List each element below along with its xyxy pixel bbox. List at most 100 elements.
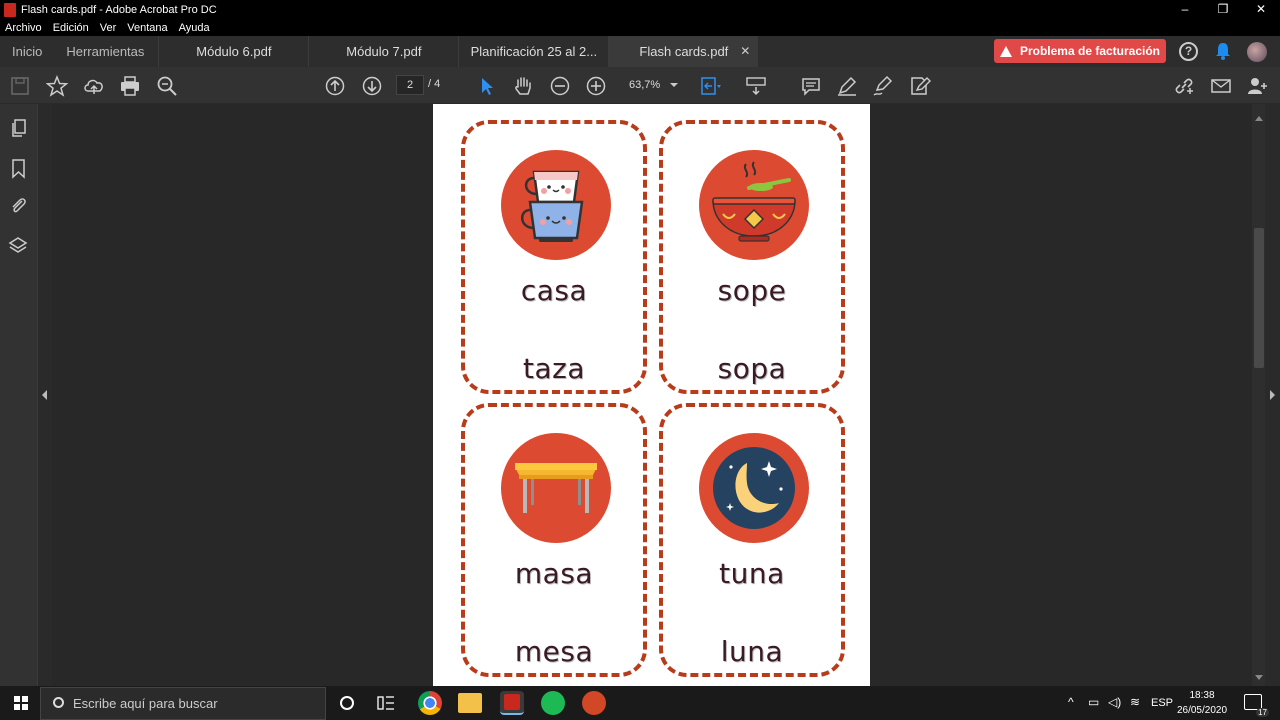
- share-link-icon[interactable]: [1173, 75, 1195, 97]
- billing-problem-button[interactable]: Problema de facturación: [994, 39, 1166, 63]
- maximize-button[interactable]: ❐: [1204, 0, 1242, 19]
- doc-tab-flash-cards[interactable]: Flash cards.pdf ✕: [608, 36, 759, 67]
- right-panel-toggle[interactable]: [1265, 104, 1280, 686]
- previous-page-icon[interactable]: [324, 75, 346, 97]
- next-page-icon[interactable]: [361, 75, 383, 97]
- menu-bar: Archivo Edición Ver Ventana Ayuda: [0, 19, 1280, 36]
- clock-time: 18:38: [1189, 690, 1215, 701]
- flash-card: sope sopa: [659, 120, 845, 394]
- collapse-left-icon: [42, 390, 47, 400]
- billing-problem-label: Problema de facturación: [1019, 44, 1161, 58]
- edit-pdf-icon[interactable]: [909, 75, 931, 97]
- table-icon: [501, 433, 611, 543]
- windows-taskbar: Escribe aquí para buscar ^ ▭ ◁) ≋ ESP 18…: [0, 686, 1280, 720]
- sign-icon[interactable]: [872, 75, 894, 97]
- add-user-icon[interactable]: [1246, 75, 1268, 97]
- card-word-top: masa: [514, 557, 594, 590]
- clock-date: 26/05/2020: [1176, 705, 1228, 716]
- bookmark-icon[interactable]: [9, 158, 29, 180]
- menu-ayuda[interactable]: Ayuda: [179, 22, 210, 34]
- comment-icon[interactable]: [800, 75, 822, 97]
- title-bar: Flash cards.pdf - Adobe Acrobat Pro DC –…: [0, 0, 1280, 19]
- fit-page-icon[interactable]: [699, 75, 721, 97]
- pdf-page: casa taza sope sopa masa mesa tuna luna: [433, 104, 870, 686]
- cloud-upload-icon[interactable]: [83, 75, 105, 97]
- doc-tab-modulo-7[interactable]: Módulo 7.pdf: [308, 36, 458, 67]
- powerpoint-icon[interactable]: [582, 691, 606, 715]
- close-tab-icon[interactable]: ✕: [740, 36, 750, 67]
- notifications-icon[interactable]: 17: [1244, 694, 1269, 717]
- left-panel-toggle[interactable]: [37, 104, 52, 686]
- help-icon[interactable]: ?: [1179, 42, 1198, 61]
- soup-bowl-icon: [699, 150, 809, 260]
- avatar[interactable]: [1247, 42, 1267, 62]
- doc-tab-planificacion[interactable]: Planificación 25 al 2...: [458, 36, 608, 67]
- card-word-top: tuna: [719, 557, 785, 590]
- card-word-top: sope: [717, 274, 787, 307]
- doc-tab-modulo-6[interactable]: Módulo 6.pdf: [158, 36, 308, 67]
- menu-edicion[interactable]: Edición: [53, 22, 89, 34]
- save-icon[interactable]: [9, 75, 31, 97]
- expand-right-icon: [1270, 390, 1275, 400]
- file-explorer-icon[interactable]: [458, 693, 482, 713]
- document-viewer[interactable]: casa taza sope sopa masa mesa tuna luna: [52, 104, 1252, 686]
- keyboard-scroll-icon[interactable]: [745, 75, 767, 97]
- tray-chevron-up-icon[interactable]: ^: [1068, 695, 1074, 709]
- search-icon: [53, 697, 64, 708]
- window-title: Flash cards.pdf - Adobe Acrobat Pro DC: [21, 3, 217, 16]
- hand-tool-icon[interactable]: [512, 75, 534, 97]
- card-word-bottom: taza: [523, 352, 585, 385]
- search-placeholder: Escribe aquí para buscar: [73, 696, 218, 711]
- card-word-bottom: luna: [720, 635, 784, 668]
- cortana-icon[interactable]: [340, 696, 354, 710]
- scrollbar-thumb[interactable]: [1254, 228, 1264, 368]
- cups-icon: [501, 150, 611, 260]
- task-view-icon[interactable]: [377, 695, 395, 711]
- close-window-button[interactable]: ✕: [1242, 0, 1280, 19]
- language-indicator[interactable]: ESP: [1151, 697, 1173, 709]
- zoom-in-icon[interactable]: [585, 75, 607, 97]
- zoom-out-icon[interactable]: [549, 75, 571, 97]
- doc-tab-label: Flash cards.pdf: [639, 44, 729, 59]
- scroll-up-icon[interactable]: [1255, 116, 1263, 121]
- star-icon[interactable]: [45, 74, 69, 97]
- page-number-input[interactable]: 2: [396, 75, 424, 95]
- zoom-value: 63,7%: [629, 79, 661, 91]
- layers-icon[interactable]: [8, 235, 28, 257]
- tab-herramientas[interactable]: Herramientas: [54, 36, 158, 67]
- tab-bar: Inicio Herramientas Módulo 6.pdf Módulo …: [0, 36, 1280, 67]
- notification-count: 17: [1256, 708, 1269, 717]
- taskbar-search-input[interactable]: Escribe aquí para buscar: [40, 687, 326, 720]
- zoom-search-icon[interactable]: [156, 75, 178, 97]
- card-word-bottom: sopa: [717, 352, 787, 385]
- windows-start-icon[interactable]: [14, 696, 28, 710]
- highlight-pen-icon[interactable]: [836, 75, 858, 97]
- wifi-icon[interactable]: ≋: [1130, 695, 1140, 709]
- flash-card: tuna luna: [659, 403, 845, 677]
- tab-inicio[interactable]: Inicio: [0, 36, 54, 67]
- volume-icon[interactable]: ◁): [1108, 695, 1121, 709]
- scroll-down-icon[interactable]: [1255, 675, 1263, 680]
- chrome-app-icon[interactable]: [418, 691, 442, 715]
- chevron-down-icon: [670, 83, 678, 87]
- bell-icon[interactable]: [1215, 42, 1231, 60]
- attachment-icon[interactable]: [9, 195, 29, 217]
- warning-icon: [999, 45, 1012, 57]
- vertical-scrollbar[interactable]: [1252, 104, 1265, 686]
- clock[interactable]: 18:38 26/05/2020: [1172, 688, 1232, 718]
- spotify-icon[interactable]: [541, 691, 565, 715]
- print-icon[interactable]: [119, 75, 141, 97]
- select-cursor-icon[interactable]: [476, 75, 498, 97]
- menu-archivo[interactable]: Archivo: [5, 22, 42, 34]
- minimize-button[interactable]: –: [1166, 0, 1204, 19]
- menu-ventana[interactable]: Ventana: [127, 22, 167, 34]
- battery-icon[interactable]: ▭: [1088, 695, 1099, 709]
- acrobat-taskbar-icon[interactable]: [500, 691, 524, 715]
- card-word-top: casa: [520, 274, 588, 307]
- email-icon[interactable]: [1210, 75, 1232, 97]
- left-rail: [0, 104, 37, 686]
- acrobat-app-icon: [4, 2, 16, 17]
- menu-ver[interactable]: Ver: [100, 22, 117, 34]
- pages-thumbnail-icon[interactable]: [9, 118, 29, 140]
- zoom-select[interactable]: 63,7%: [622, 76, 684, 94]
